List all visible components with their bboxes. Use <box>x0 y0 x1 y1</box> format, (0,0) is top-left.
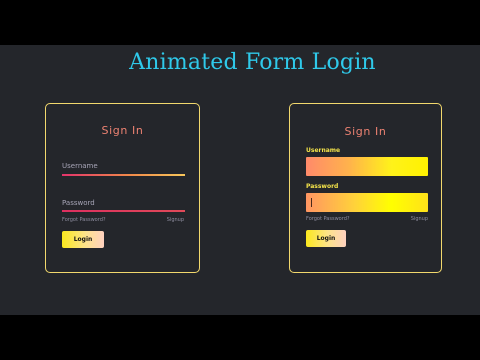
sign-in-heading: Sign In <box>344 125 387 138</box>
login-button[interactable]: Login <box>306 230 346 247</box>
username-field[interactable]: Username <box>62 162 98 170</box>
password-field[interactable]: Password <box>62 199 95 207</box>
login-card-left: Sign In Username Password Forgot Passwor… <box>45 103 200 273</box>
forgot-password-link[interactable]: Forgot Password? <box>62 217 106 223</box>
sign-in-heading: Sign In <box>101 124 144 137</box>
forgot-password-link[interactable]: Forgot Password? <box>306 216 350 222</box>
username-label: Username <box>306 147 341 154</box>
username-underline <box>62 174 185 176</box>
page-title: Animated Form Login <box>129 50 376 75</box>
login-card-right: Sign In Username Password Forgot Passwor… <box>289 103 442 273</box>
password-underline <box>62 210 185 212</box>
login-button[interactable]: Login <box>62 231 104 248</box>
text-caret <box>311 198 312 207</box>
username-input[interactable] <box>306 157 428 176</box>
signup-link[interactable]: Signup <box>411 216 428 222</box>
password-label: Password <box>306 183 339 190</box>
signup-link[interactable]: Signup <box>167 217 184 223</box>
password-input[interactable] <box>306 193 428 212</box>
